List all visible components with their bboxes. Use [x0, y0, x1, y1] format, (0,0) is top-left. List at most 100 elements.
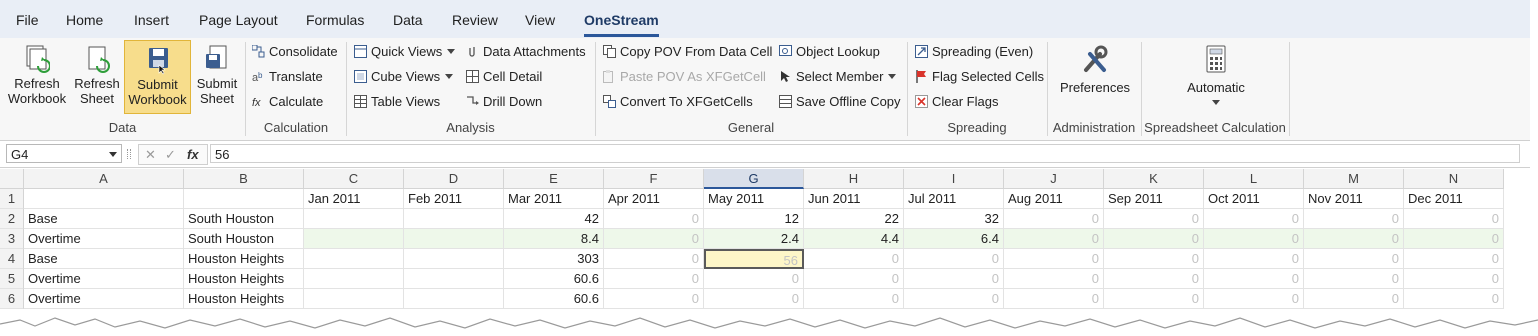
grid-cell[interactable]: Mar 2011	[504, 189, 604, 209]
column-header[interactable]: F	[604, 169, 704, 189]
grid-cell[interactable]: 60.6	[504, 269, 604, 289]
column-header[interactable]: I	[904, 169, 1004, 189]
grid-cell[interactable]: South Houston	[184, 229, 304, 249]
grid-cell[interactable]: Houston Heights	[184, 269, 304, 289]
grid-cell[interactable]: Apr 2011	[604, 189, 704, 209]
grid-cell[interactable]: 8.4	[504, 229, 604, 249]
grid-cell[interactable]: Feb 2011	[404, 189, 504, 209]
insert-function-icon[interactable]: fx	[187, 145, 199, 164]
paste-pov-button[interactable]: Paste POV As XFGetCell	[603, 67, 766, 87]
enter-icon[interactable]: ✓	[165, 145, 176, 164]
chevron-down-icon[interactable]	[109, 152, 117, 157]
grid-cell[interactable]: 12	[704, 209, 804, 229]
grid-cell[interactable]	[304, 209, 404, 229]
grid-cell[interactable]: 0	[1004, 209, 1104, 229]
consolidate-button[interactable]: Consolidate	[251, 42, 338, 62]
menu-view[interactable]: View	[525, 12, 555, 28]
grid-cell[interactable]: 0	[1304, 229, 1404, 249]
translate-button[interactable]: a b Translate	[252, 67, 323, 87]
grid-cell[interactable]: 0	[1004, 229, 1104, 249]
refresh-workbook-button[interactable]: Refresh Workbook	[4, 40, 70, 112]
grid-cell[interactable]: Houston Heights	[184, 249, 304, 269]
menu-formulas[interactable]: Formulas	[306, 12, 364, 28]
grid-cell[interactable]: Jan 2011	[304, 189, 404, 209]
grid-cell[interactable]: Base	[24, 209, 184, 229]
grid-cell[interactable]: 0	[904, 249, 1004, 269]
flag-selected-cells-button[interactable]: Flag Selected Cells	[915, 67, 1044, 87]
select-member-dropdown[interactable]: Select Member	[779, 67, 897, 87]
column-header[interactable]: H	[804, 169, 904, 189]
column-header[interactable]: G	[704, 169, 804, 189]
grid-cell[interactable]: 0	[1404, 229, 1504, 249]
grid-cell[interactable]: 0	[804, 249, 904, 269]
column-header[interactable]: N	[1404, 169, 1504, 189]
grid-cell[interactable]: Overtime	[24, 229, 184, 249]
grid-cell[interactable]: 0	[1204, 269, 1304, 289]
cube-views-dropdown[interactable]: Cube Views	[354, 67, 454, 87]
grid-cell[interactable]: 0	[1404, 209, 1504, 229]
grid-cell[interactable]	[404, 229, 504, 249]
grid-cell[interactable]: 0	[604, 249, 704, 269]
calculate-button[interactable]: fx Calculate	[252, 92, 323, 112]
grid-cell[interactable]: 0	[1204, 249, 1304, 269]
data-attachments-button[interactable]: Data Attachments	[466, 42, 586, 62]
grid-cell[interactable]: Overtime	[24, 269, 184, 289]
row-header[interactable]: 3	[0, 229, 24, 249]
grid-cell[interactable]: 0	[704, 269, 804, 289]
cell-detail-button[interactable]: Cell Detail	[466, 67, 542, 87]
column-header[interactable]: J	[1004, 169, 1104, 189]
column-header[interactable]: M	[1304, 169, 1404, 189]
grid-cell[interactable]: 0	[904, 269, 1004, 289]
column-header[interactable]: E	[504, 169, 604, 189]
row-header[interactable]: 5	[0, 269, 24, 289]
grid-cell[interactable]: Jul 2011	[904, 189, 1004, 209]
column-header[interactable]: K	[1104, 169, 1204, 189]
grid-cell[interactable]	[304, 229, 404, 249]
grid-cell[interactable]: 0	[1104, 269, 1204, 289]
grid-cell[interactable]: 303	[504, 249, 604, 269]
grid-cell[interactable]	[184, 189, 304, 209]
grid-cell[interactable]: 0	[804, 269, 904, 289]
save-offline-copy-button[interactable]: Save Offline Copy	[779, 92, 901, 112]
grid-cell[interactable]: 0	[604, 269, 704, 289]
row-header[interactable]: 1	[0, 189, 24, 209]
grid-cell[interactable]: 6.4	[904, 229, 1004, 249]
grid-cell[interactable]: 0	[604, 229, 704, 249]
refresh-sheet-button[interactable]: Refresh Sheet	[72, 40, 122, 112]
grid-cell[interactable]: 0	[1004, 269, 1104, 289]
column-header[interactable]: B	[184, 169, 304, 189]
grid-cell[interactable]	[24, 189, 184, 209]
clear-flags-button[interactable]: Clear Flags	[915, 92, 998, 112]
object-lookup-button[interactable]: Object Lookup	[779, 42, 880, 62]
cancel-icon[interactable]: ✕	[145, 145, 156, 164]
menu-home[interactable]: Home	[66, 12, 103, 28]
column-header[interactable]: C	[304, 169, 404, 189]
grid-cell[interactable]: 0	[1404, 269, 1504, 289]
menu-page-layout[interactable]: Page Layout	[199, 12, 278, 28]
drill-down-button[interactable]: Drill Down	[466, 92, 542, 112]
column-header[interactable]: L	[1204, 169, 1304, 189]
grid-cell[interactable]	[404, 209, 504, 229]
grid-cell[interactable]: Oct 2011	[1204, 189, 1304, 209]
grid-cell[interactable]: 0	[1304, 269, 1404, 289]
menu-insert[interactable]: Insert	[134, 12, 169, 28]
submit-sheet-button[interactable]: Submit Sheet	[192, 40, 242, 112]
preferences-button[interactable]: Preferences	[1054, 40, 1136, 112]
grid-cell[interactable]: South Houston	[184, 209, 304, 229]
grid-cell[interactable]	[304, 269, 404, 289]
quick-views-dropdown[interactable]: Quick Views	[354, 42, 456, 62]
spreading-even-button[interactable]: Spreading (Even)	[915, 42, 1033, 62]
grid-cell[interactable]: Sep 2011	[1104, 189, 1204, 209]
select-all-corner[interactable]	[0, 169, 24, 189]
menu-data[interactable]: Data	[393, 12, 423, 28]
grid-cell[interactable]: 0	[1104, 229, 1204, 249]
grid-cell[interactable]: 0	[1104, 209, 1204, 229]
grid-cell[interactable]: 42	[504, 209, 604, 229]
grid-cell[interactable]: 0	[1304, 209, 1404, 229]
grid-cell[interactable]: 22	[804, 209, 904, 229]
row-header[interactable]: 4	[0, 249, 24, 269]
grid-cell[interactable]: May 2011	[704, 189, 804, 209]
menu-onestream[interactable]: OneStream	[584, 12, 659, 37]
submit-workbook-button[interactable]: Submit Workbook	[124, 40, 191, 114]
formula-input[interactable]: 56	[210, 144, 1520, 163]
